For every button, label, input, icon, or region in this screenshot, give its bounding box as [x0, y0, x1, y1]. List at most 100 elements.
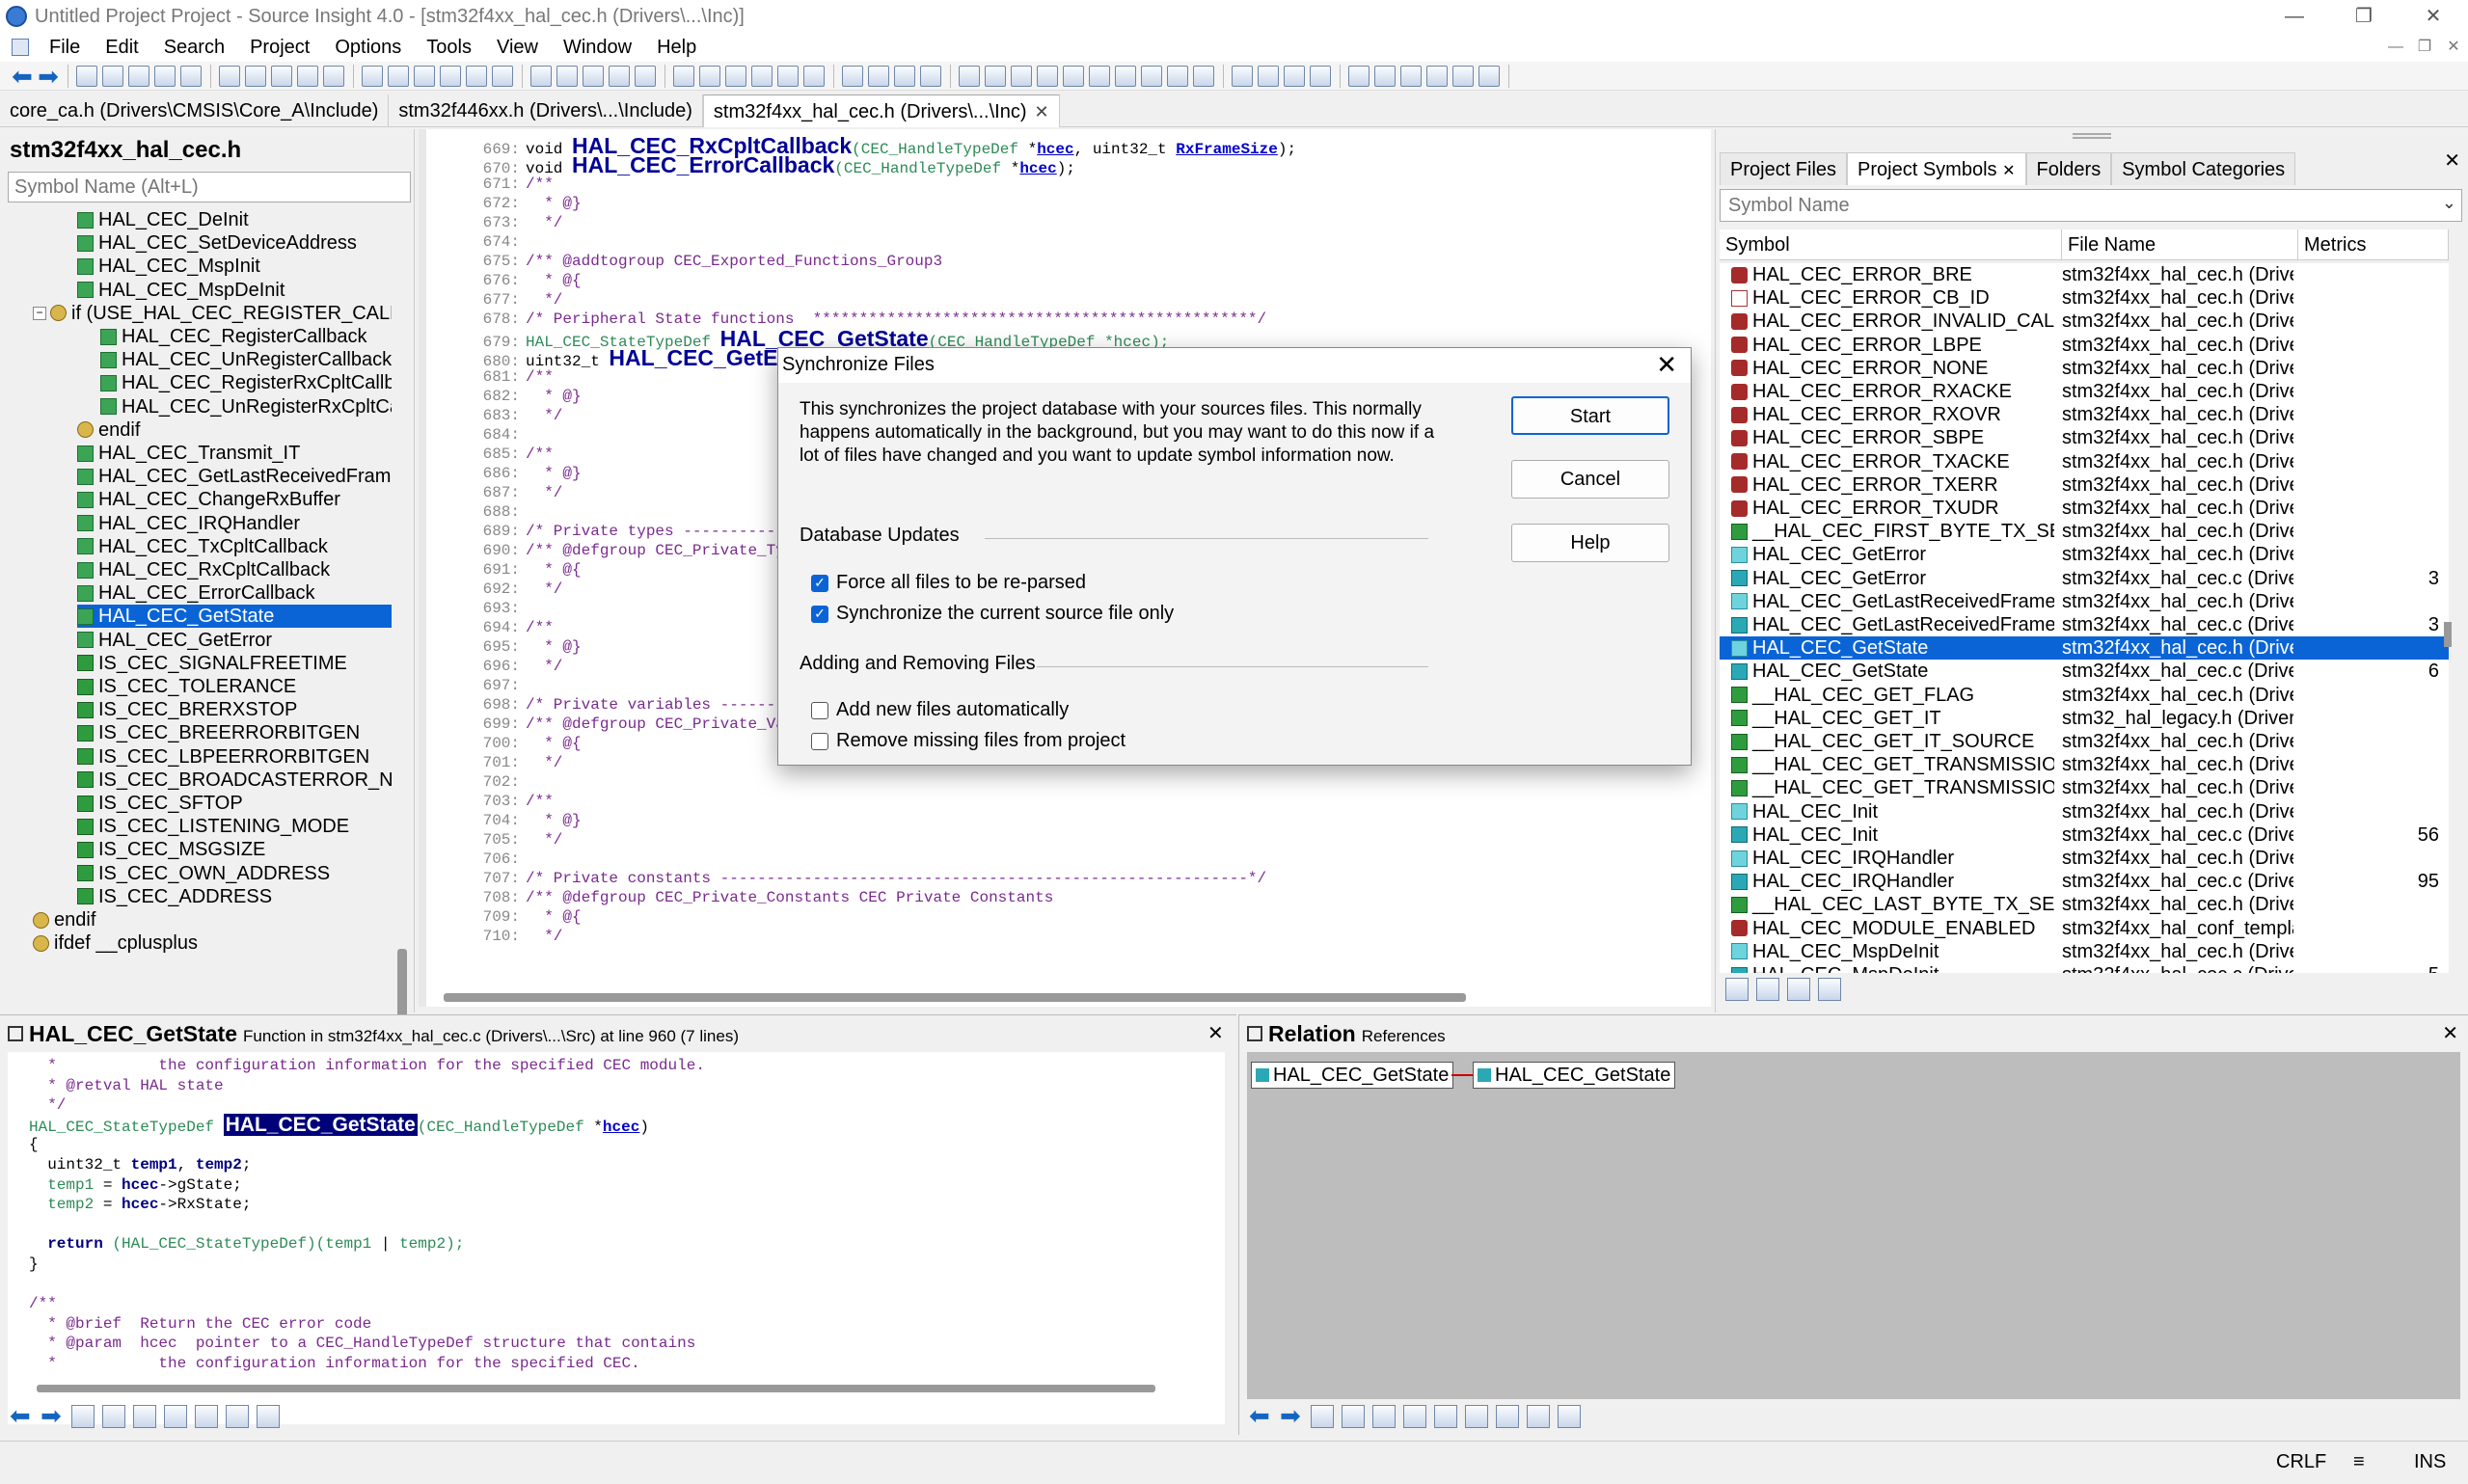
symbol-tree-item[interactable]: IS_CEC_BROADCASTERROR_NO_EF — [77, 769, 392, 792]
tab-project-symbols[interactable]: Project Symbols ✕ — [1847, 152, 2026, 185]
symbol-tree-item[interactable]: HAL_CEC_RegisterRxCpltCallbac — [100, 371, 392, 394]
menu-project[interactable]: Project — [237, 37, 322, 59]
symbol-tree-item[interactable]: IS_CEC_BRERXSTOP — [77, 698, 297, 721]
split-icon[interactable] — [868, 65, 889, 87]
refresh-icon[interactable] — [164, 1405, 187, 1428]
mdi-minimize-button[interactable]: — — [2381, 33, 2410, 62]
symbol-list-row[interactable]: HAL_CEC_Init stm32f4xx_hal_cec.c (Driver 5… — [1720, 823, 2449, 847]
relation-icon[interactable] — [751, 65, 773, 87]
context-icon[interactable] — [777, 65, 799, 87]
symbol-list-row[interactable]: __HAL_CEC_GET_IT stm32_hal_legacy.h (Driv… — [1720, 707, 2449, 730]
context-horizontal-scrollbar[interactable] — [37, 1385, 1155, 1392]
symbol-tree-item[interactable]: HAL_CEC_UnRegisterRxCpltCallb — [100, 395, 392, 418]
symbol-tree-item[interactable]: HAL_CEC_ErrorCallback — [77, 581, 315, 605]
column-metrics[interactable]: Metrics — [2298, 229, 2449, 259]
symbol-list-row[interactable]: HAL_CEC_IRQHandler stm32f4xx_hal_cec.h (D… — [1720, 847, 2449, 870]
find-next-icon[interactable] — [388, 65, 409, 87]
symbol-list-row[interactable]: HAL_CEC_ERROR_TXERR stm32f4xx_hal_cec.h (… — [1720, 473, 2449, 497]
symbol-tree-item[interactable]: HAL_CEC_ChangeRxBuffer — [77, 488, 340, 511]
symbol-tree-item[interactable]: IS_CEC_LBPEERRORBITGEN — [77, 745, 369, 769]
symbol-tree-item[interactable]: IS_CEC_ADDRESS — [77, 885, 272, 908]
help-button[interactable]: Help — [1511, 524, 1669, 562]
print-icon[interactable] — [180, 65, 202, 87]
symbol-list-row[interactable]: HAL_CEC_ERROR_INVALID_CALLBAC stm32f4xx_h… — [1720, 310, 2449, 333]
sync-icon[interactable] — [1434, 1405, 1457, 1428]
relation-close-icon[interactable]: ✕ — [2442, 1021, 2458, 1045]
symbol-list-row[interactable]: HAL_CEC_ERROR_CB_ID stm32f4xx_hal_cec.h (… — [1720, 286, 2449, 310]
forward-arrow-icon[interactable]: ➡ — [41, 1403, 64, 1428]
start-button[interactable]: Start — [1511, 396, 1669, 435]
refresh-icon[interactable] — [1787, 978, 1810, 1001]
paste-icon[interactable] — [271, 65, 292, 87]
symbol-list-row[interactable]: HAL_CEC_IRQHandler stm32f4xx_hal_cec.c (D… — [1720, 870, 2449, 893]
open-file-icon[interactable] — [102, 65, 123, 87]
symbol-list-row[interactable]: __HAL_CEC_GET_TRANSMISSION_ST stm32f4xx_h… — [1720, 776, 2449, 799]
file-tab-stm32f446xx[interactable]: stm32f446xx.h (Drivers\...\Include) — [389, 94, 703, 127]
menu-search[interactable]: Search — [151, 37, 237, 59]
goto-icon[interactable] — [635, 65, 656, 87]
folder-icon[interactable] — [1478, 65, 1500, 87]
undo-icon[interactable] — [297, 65, 318, 87]
symbol-list-row[interactable]: HAL_CEC_ERROR_RXACKE stm32f4xx_hal_cec.h … — [1720, 380, 2449, 403]
tab-folders[interactable]: Folders — [2025, 152, 2112, 185]
symbol-tree-item[interactable]: IS_CEC_TOLERANCE — [77, 675, 296, 698]
panel-grip[interactable] — [2073, 133, 2111, 139]
dialog-close-icon[interactable]: ✕ — [1656, 350, 1677, 380]
new-file-icon[interactable] — [76, 65, 97, 87]
minimize-button[interactable]: — — [2260, 0, 2329, 33]
symbol-list-row[interactable]: HAL_CEC_MspDeInit stm32f4xx_hal_cec.h (Dr… — [1720, 940, 2449, 963]
menu-help[interactable]: Help — [644, 37, 709, 59]
line-ending-status[interactable]: CRLF — [2276, 1451, 2326, 1473]
list-view-icon[interactable] — [1465, 1405, 1488, 1428]
tab-symbol-categories[interactable]: Symbol Categories — [2111, 152, 2296, 185]
symbol-tree-item[interactable]: endif — [33, 908, 95, 931]
menu-tools[interactable]: Tools — [414, 37, 484, 59]
relation-node[interactable]: HAL_CEC_GetState — [1251, 1062, 1454, 1089]
panels-icon[interactable] — [1193, 65, 1214, 87]
symbol-list-row[interactable]: HAL_CEC_GetError stm32f4xx_hal_cec.c (Dri… — [1720, 567, 2449, 590]
status-menu-icon[interactable]: ≡ — [2353, 1451, 2365, 1473]
open-icon[interactable] — [71, 1405, 95, 1428]
bookmark-next-icon[interactable] — [583, 65, 604, 87]
files-icon[interactable] — [1115, 65, 1136, 87]
symbol-list-row[interactable]: HAL_CEC_GetLastReceivedFrameSize stm32f4x… — [1720, 590, 2449, 613]
symbol-tree-item[interactable]: HAL_CEC_DeInit — [77, 208, 249, 231]
browse-icon[interactable] — [959, 65, 980, 87]
symbol-tree-item[interactable]: IS_CEC_LISTENING_MODE — [77, 815, 349, 838]
find-icon[interactable] — [362, 65, 383, 87]
checkbox-checked-icon[interactable]: ✓ — [811, 574, 828, 592]
symbol-tree-item[interactable]: HAL_CEC_TxCpltCallback — [77, 535, 328, 558]
symbol-list-row[interactable]: __HAL_CEC_LAST_BYTE_TX_SET stm32f4xx_hal_… — [1720, 893, 2449, 916]
open-icon[interactable] — [1725, 978, 1749, 1001]
symbol-list-row[interactable]: HAL_CEC_ERROR_NONE stm32f4xx_hal_cec.h (D… — [1720, 357, 2449, 380]
symbol-list-row[interactable]: __HAL_CEC_GET_FLAG stm32f4xx_hal_cec.h (D… — [1720, 684, 2449, 707]
back-icon[interactable]: ⬅ — [12, 64, 33, 89]
comment-icon[interactable] — [1284, 65, 1305, 87]
editor-horizontal-scrollbar[interactable] — [444, 993, 1466, 1002]
column-symbol[interactable]: Symbol — [1720, 229, 2062, 259]
open-icon[interactable] — [1311, 1405, 1334, 1428]
checkbox-unchecked-icon[interactable] — [811, 701, 828, 719]
symbol-list-row[interactable]: HAL_CEC_Init stm32f4xx_hal_cec.h (Driver — [1720, 800, 2449, 823]
symbol-tree-item[interactable]: IS_CEC_SFTOP — [77, 792, 243, 815]
symbol-list-row[interactable]: HAL_CEC_MODULE_ENABLED stm32f4xx_hal_conf… — [1720, 917, 2449, 940]
symbol-list-row[interactable]: HAL_CEC_ERROR_LBPE stm32f4xx_hal_cec.h (D… — [1720, 334, 2449, 357]
project-symbol-search-input[interactable] — [1720, 189, 2462, 222]
copy-icon[interactable] — [1342, 1405, 1365, 1428]
clip-icon[interactable] — [1063, 65, 1084, 87]
layout-icon[interactable] — [985, 65, 1006, 87]
symbol-tree-item[interactable]: HAL_CEC_MspInit — [77, 255, 260, 278]
cancel-button[interactable]: Cancel — [1511, 460, 1669, 499]
menu-file[interactable]: File — [37, 37, 93, 59]
force-reparse-checkbox[interactable]: ✓ Force all files to be re-parsed — [811, 572, 1086, 594]
remove-missing-files-checkbox[interactable]: Remove missing files from project — [811, 730, 1126, 752]
jump-icon[interactable] — [725, 65, 746, 87]
insert-mode-status[interactable]: INS — [2414, 1451, 2446, 1473]
symbol-list-row[interactable]: HAL_CEC_GetError stm32f4xx_hal_cec.h (Dri… — [1720, 543, 2449, 566]
context-close-icon[interactable]: ✕ — [1207, 1021, 1224, 1045]
symbol-list-row[interactable]: HAL_CEC_GetState stm32f4xx_hal_cec.c (Dri… — [1720, 660, 2449, 683]
checkbox-unchecked-icon[interactable] — [811, 732, 828, 750]
symbol-tree-item[interactable]: HAL_CEC_GetState — [77, 605, 392, 629]
lookup-icon[interactable] — [466, 65, 487, 87]
bold-b-icon[interactable] — [1374, 65, 1396, 87]
